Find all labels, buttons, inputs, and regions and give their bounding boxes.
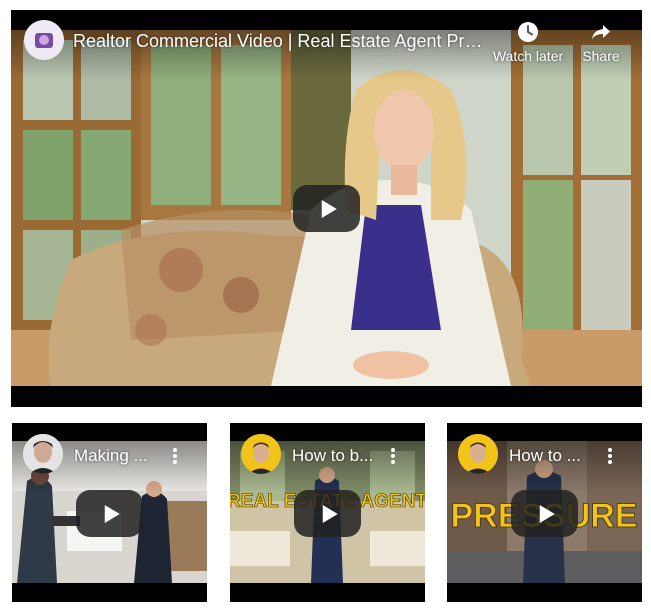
person-avatar-icon xyxy=(241,434,281,474)
person-avatar-icon xyxy=(458,434,498,474)
related-video-3[interactable]: PRESSURE How to ... xyxy=(447,423,642,602)
channel-avatar[interactable] xyxy=(23,434,63,474)
related-video-1[interactable]: Making ... xyxy=(12,423,207,602)
channel-logo-icon xyxy=(24,20,64,60)
video-title[interactable]: How to b... xyxy=(292,445,392,467)
video-title[interactable]: How to ... xyxy=(509,445,609,467)
channel-avatar[interactable] xyxy=(241,434,281,474)
channel-avatar[interactable] xyxy=(458,434,498,474)
share-arrow-icon xyxy=(592,25,610,39)
watch-later-button[interactable]: Watch later xyxy=(488,20,568,64)
play-button[interactable] xyxy=(511,490,578,537)
more-options-button[interactable] xyxy=(172,446,178,468)
main-video-player[interactable]: Realtor Commercial Video | Real Estate A… xyxy=(11,10,642,407)
more-options-button[interactable] xyxy=(390,446,396,468)
channel-avatar[interactable] xyxy=(24,20,64,60)
play-button[interactable] xyxy=(293,185,360,232)
video-title[interactable]: Making ... xyxy=(74,445,174,467)
play-button[interactable] xyxy=(76,490,143,537)
related-video-2[interactable]: REAL ESTATE AGENT How to b... xyxy=(230,423,425,602)
clock-icon xyxy=(518,22,538,42)
share-label: Share xyxy=(582,48,620,64)
share-button[interactable]: Share xyxy=(576,20,626,64)
play-button[interactable] xyxy=(294,490,361,537)
person-avatar-icon xyxy=(23,434,63,474)
more-options-button[interactable] xyxy=(607,446,613,468)
watch-later-label: Watch later xyxy=(492,48,564,64)
video-title[interactable]: Realtor Commercial Video | Real Estate A… xyxy=(73,30,488,52)
